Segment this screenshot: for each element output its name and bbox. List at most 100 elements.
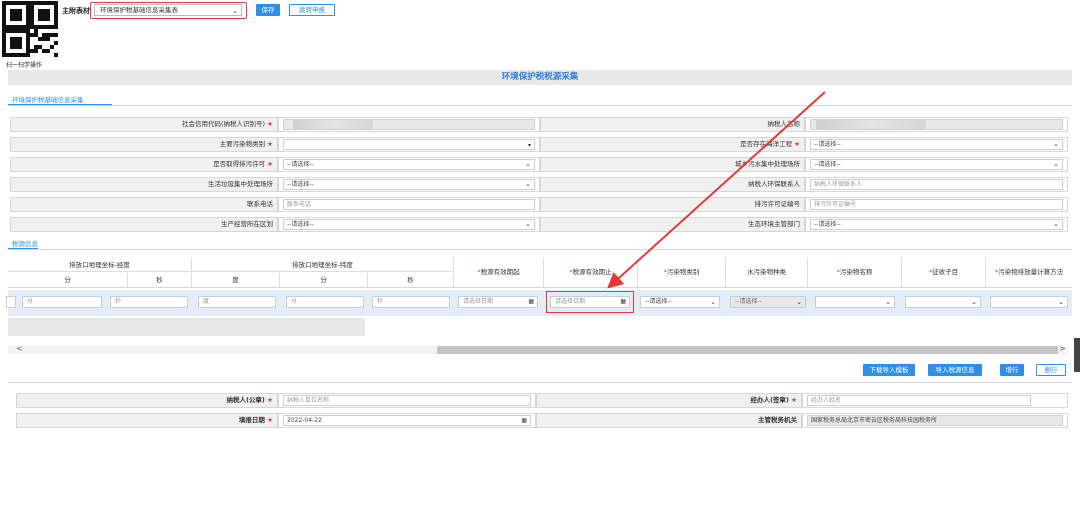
col-lng-fen: 分 xyxy=(8,273,128,287)
chevron-down-icon: ⌄ xyxy=(796,298,802,306)
lng-miao-input[interactable]: 秒 xyxy=(110,296,188,308)
permit-select[interactable]: --请选择-- ⌄ xyxy=(283,159,535,170)
taxpayer-name-label: 纳税人名称 xyxy=(540,117,805,132)
fill-date-label: 填报日期 ★ xyxy=(16,413,278,428)
col-end: *税源有效期止 xyxy=(544,258,638,287)
highlight-box-date-end xyxy=(546,291,634,313)
calendar-icon: ▦ xyxy=(521,417,527,424)
env-contact-label: 纳税人环保联系人 xyxy=(540,177,805,192)
col-lat-du: 度 xyxy=(192,273,280,287)
col-pollutant-type: *污染物类别 xyxy=(638,258,726,287)
save-button[interactable]: 保存 xyxy=(256,4,280,16)
qr-module xyxy=(50,45,54,49)
phone-label: 联系电话 xyxy=(10,197,278,212)
qr-module xyxy=(46,49,50,53)
delete-row-button[interactable]: 删行 xyxy=(1036,364,1066,376)
redacted-value xyxy=(293,120,373,129)
district-label: 生产经营所在区划 xyxy=(10,217,278,232)
pollutant-type-select[interactable]: --请选择-- ⌄ xyxy=(640,296,720,308)
tab-source-info[interactable]: 税源信息 xyxy=(12,238,38,248)
scroll-left-icon[interactable]: < xyxy=(16,344,23,353)
calendar-icon: ▦ xyxy=(528,298,534,305)
highlight-box-main-select: 环境保护税基础信息采集表 ⌄ xyxy=(90,2,247,19)
main-pollutant-select[interactable]: ▾ xyxy=(283,139,535,150)
col-water-type: 水污染物种类 xyxy=(726,258,808,287)
fill-date-input[interactable]: 2022-04-22 ▦ xyxy=(283,415,531,426)
phone-input[interactable]: 联系电话 xyxy=(283,199,535,210)
tax-authority-label: 主管税务机关 xyxy=(536,413,802,428)
taxpayer-name-cell xyxy=(805,117,1068,132)
scroll-right-icon[interactable]: > xyxy=(1059,344,1066,353)
qr-caption: 扫一扫学操作 xyxy=(6,62,43,69)
main-table-select-value: 环境保护税基础信息采集表 xyxy=(100,6,178,14)
add-row-button[interactable]: 增行 xyxy=(1000,364,1024,376)
pollutant-name-select[interactable]: ⌄ xyxy=(815,296,895,308)
qr-module xyxy=(34,49,38,53)
chevron-down-icon: ⌄ xyxy=(1053,160,1059,168)
col-calc-method: *污染物排放量计算方法 xyxy=(986,258,1072,287)
qr-code xyxy=(2,1,58,57)
lng-fen-input[interactable]: 分 xyxy=(22,296,102,308)
col-start: *税源有效期起 xyxy=(454,258,544,287)
redacted-value xyxy=(816,120,926,129)
row-checkbox-cell[interactable] xyxy=(6,296,16,308)
date-start-input[interactable]: 请选择日期 ▦ xyxy=(458,296,538,308)
env-contact-cell: 纳税人环保联系人 xyxy=(805,177,1068,192)
chevron-down-icon: ⌄ xyxy=(232,7,238,15)
side-handle[interactable] xyxy=(1074,338,1080,372)
col-lng-miao: 秒 xyxy=(128,273,192,287)
qr-module xyxy=(54,41,58,45)
permit-no-input[interactable]: 排污许可证编号 xyxy=(810,199,1063,210)
lat-fen-input[interactable]: 分 xyxy=(286,296,364,308)
permit-cell: --请选择-- ⌄ xyxy=(278,157,540,172)
phone-cell: 联系电话 xyxy=(278,197,540,212)
divider xyxy=(8,249,1072,250)
divider xyxy=(8,105,1072,106)
main-table-select[interactable]: 环境保护税基础信息采集表 ⌄ xyxy=(94,4,242,16)
qr-module xyxy=(18,45,22,49)
import-source-button[interactable]: 导入税源信息 xyxy=(928,364,982,376)
env-contact-input[interactable]: 纳税人环保联系人 xyxy=(810,179,1063,190)
chevron-down-icon: ⌄ xyxy=(525,180,531,188)
taxpayer-seal-input[interactable]: 纳税人单位名称 xyxy=(283,395,531,406)
tab-basic-info[interactable]: 环境保护税基础信息采集 xyxy=(12,94,84,104)
ocean-project-cell: --请选择-- ⌄ xyxy=(805,137,1068,152)
water-type-select: --请选择-- ⌄ xyxy=(730,296,806,308)
lat-du-input[interactable]: 度 xyxy=(198,296,276,308)
qr-module xyxy=(18,17,22,21)
agent-input[interactable]: 经办人姓名 xyxy=(807,395,1031,406)
district-cell: --请选择-- ⌄ xyxy=(278,217,540,232)
table-empty-area xyxy=(8,318,365,336)
scrollbar-thumb[interactable] xyxy=(437,346,1058,354)
permit-no-label: 排污许可证编号 xyxy=(540,197,805,212)
divider xyxy=(8,287,1072,288)
download-template-button[interactable]: 下载导入模板 xyxy=(863,364,915,376)
col-lat-fen: 分 xyxy=(280,273,368,287)
urban-sewage-select[interactable]: --请选择-- ⌄ xyxy=(810,159,1063,170)
waste-label: 生活垃圾集中处理场所 xyxy=(10,177,278,192)
qr-module xyxy=(46,17,50,21)
page-title: 环境保护税税源采集 xyxy=(8,70,1072,85)
ocean-project-select[interactable]: --请选择-- ⌄ xyxy=(810,139,1063,150)
chevron-down-icon: ⌄ xyxy=(710,298,716,306)
urban-sewage-cell: --请选择-- ⌄ xyxy=(805,157,1068,172)
tax-authority-value: 国家税务总局北京市密云区税务局科技园税务所 xyxy=(807,415,1063,426)
waste-select[interactable]: --请选择-- ⌄ xyxy=(283,179,535,190)
urban-sewage-label: 城乡污水集中处理场所 xyxy=(540,157,805,172)
district-select[interactable]: --请选择-- ⌄ xyxy=(283,219,535,230)
jump-declare-button[interactable]: 跳转申报 xyxy=(289,4,335,16)
taxpayer-seal-label: 纳税人(公章) ★ xyxy=(16,393,278,408)
eco-dept-select[interactable]: --请选择-- ⌄ xyxy=(810,219,1063,230)
chevron-down-icon: ⌄ xyxy=(885,298,891,306)
levy-item-select[interactable]: ⌄ xyxy=(905,296,981,308)
chevron-down-icon: ⌄ xyxy=(1053,220,1059,228)
calc-method-select[interactable]: ⌄ xyxy=(990,296,1068,308)
chevron-down-icon: ⌄ xyxy=(1053,140,1059,148)
col-group-lng: 排放口地理坐标-经度 xyxy=(8,258,192,272)
main-pollutant-cell: ▾ xyxy=(278,137,540,152)
fill-date-cell: 2022-04-22 ▦ xyxy=(278,413,536,428)
qr-module xyxy=(46,37,50,41)
eco-dept-cell: --请选择-- ⌄ xyxy=(805,217,1068,232)
lat-miao-input[interactable]: 秒 xyxy=(372,296,450,308)
taxpayer-seal-cell: 纳税人单位名称 xyxy=(278,393,536,408)
